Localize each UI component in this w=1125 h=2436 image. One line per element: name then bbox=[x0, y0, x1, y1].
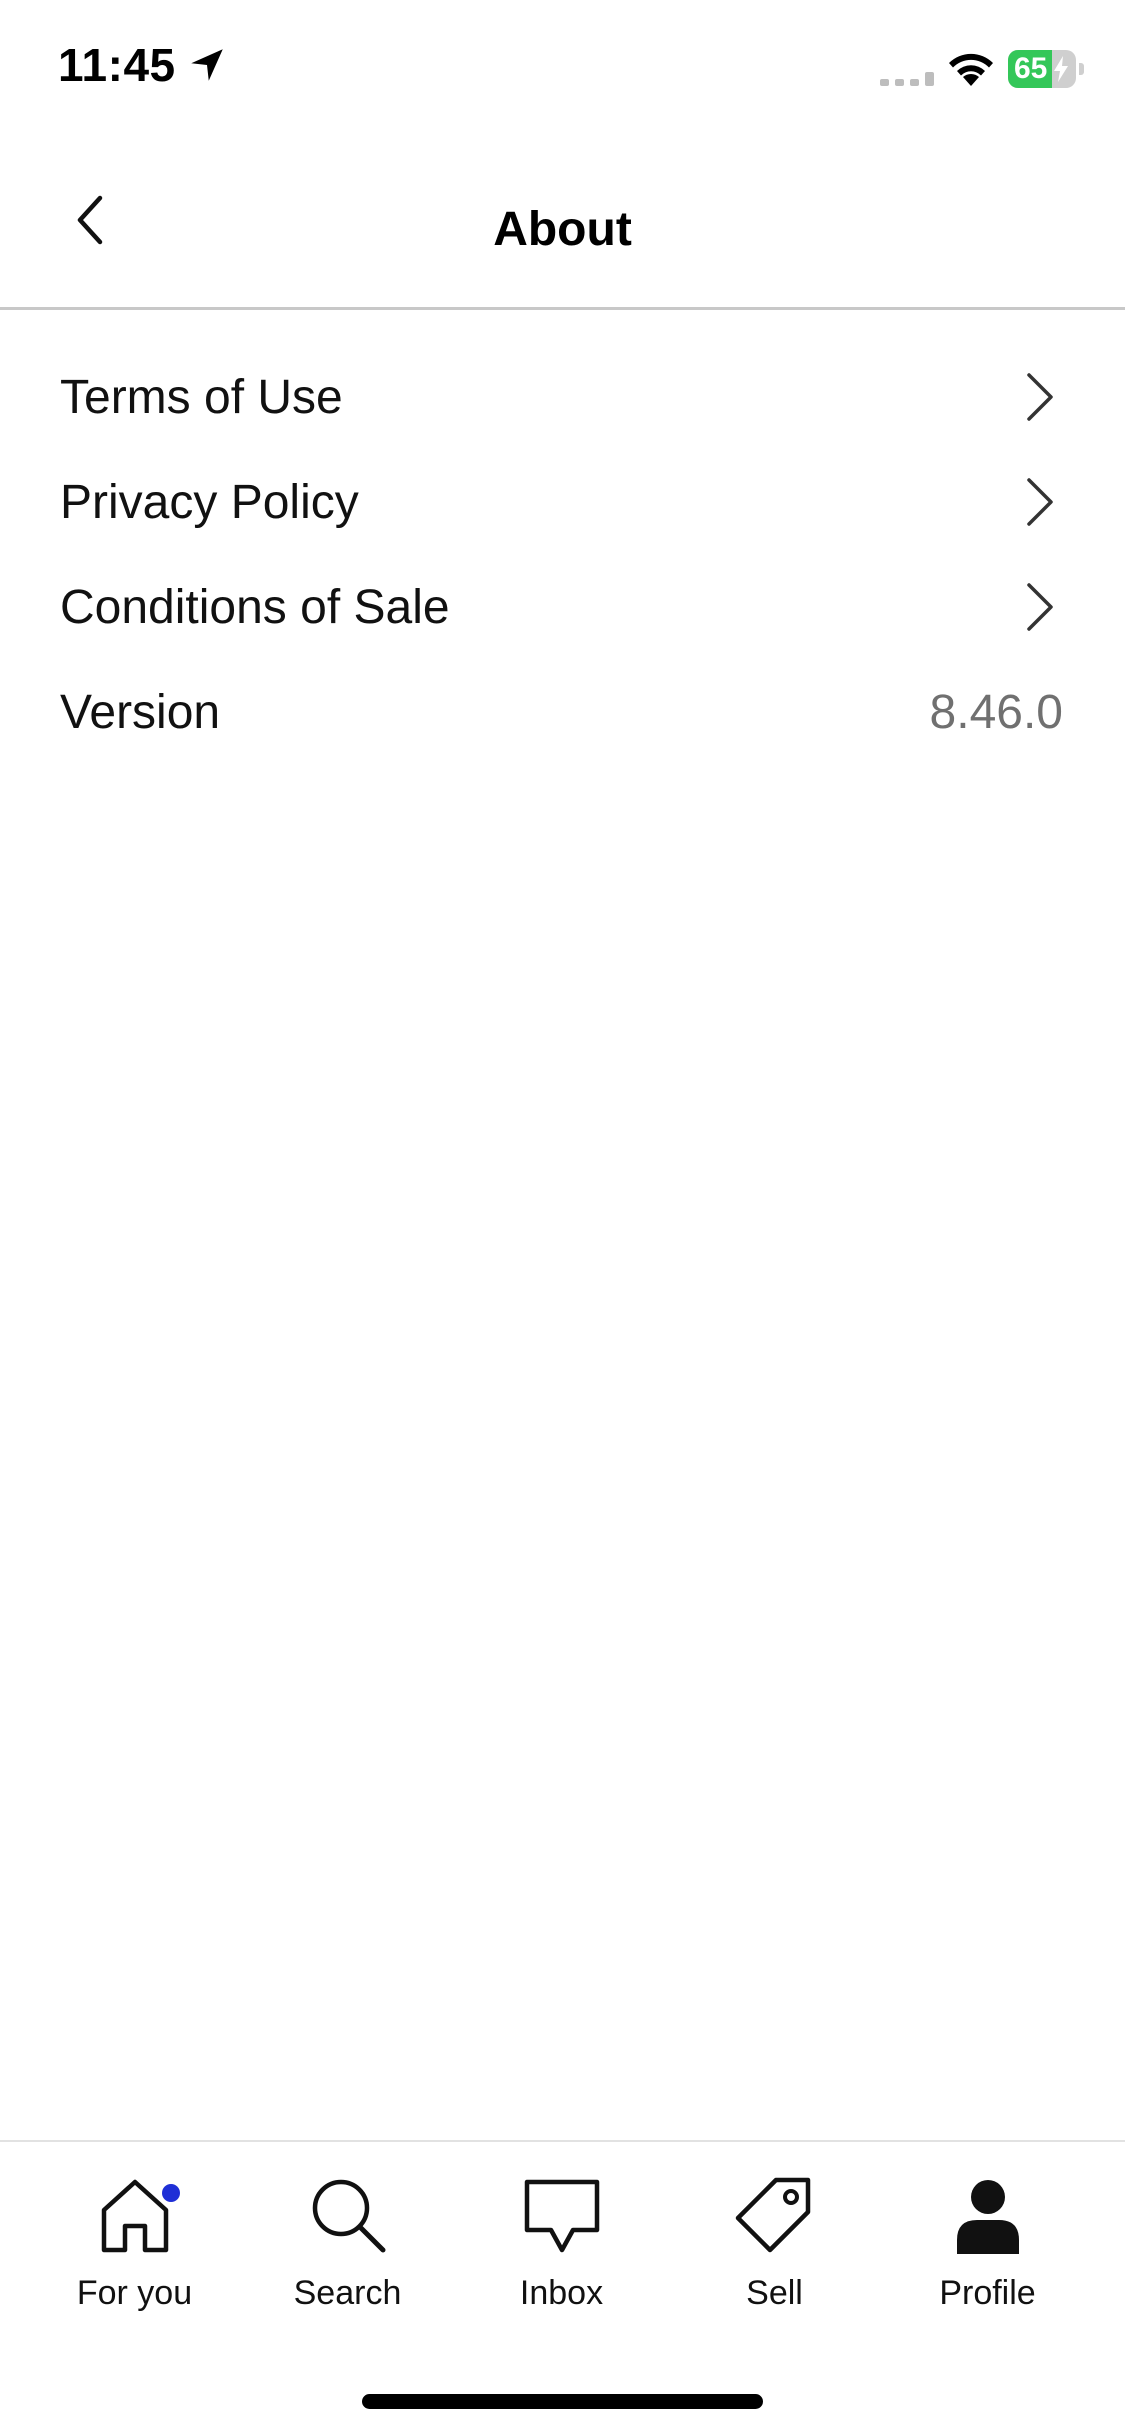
tab-label: Profile bbox=[939, 2274, 1036, 2312]
status-bar: 11:45 65 bbox=[0, 0, 1125, 140]
battery-indicator: 65 bbox=[1008, 50, 1084, 88]
row-label: Privacy Policy bbox=[60, 476, 359, 529]
search-icon bbox=[312, 2179, 385, 2253]
person-icon bbox=[956, 2180, 1019, 2254]
version-value: 8.46.0 bbox=[929, 686, 1063, 739]
tag-icon bbox=[735, 2177, 810, 2253]
home-icon bbox=[101, 2179, 168, 2253]
cellular-signal-icon bbox=[880, 72, 934, 86]
chevron-right-icon bbox=[1027, 373, 1053, 421]
row-label: Version bbox=[60, 686, 221, 739]
version-row: Version 8.46.0 bbox=[0, 660, 1125, 765]
tab-profile[interactable]: Profile bbox=[875, 2170, 1100, 2340]
tab-label: Search bbox=[293, 2274, 402, 2312]
tab-label: Sell bbox=[746, 2274, 803, 2312]
tab-inbox[interactable]: Inbox bbox=[449, 2170, 674, 2340]
chevron-right-icon bbox=[1027, 583, 1053, 631]
notification-dot bbox=[162, 2184, 180, 2202]
chevron-right-icon bbox=[1027, 478, 1053, 526]
status-time-text: 11:45 bbox=[58, 39, 176, 91]
battery-body: 65 bbox=[1008, 50, 1076, 88]
tab-label: Inbox bbox=[519, 2274, 604, 2312]
terms-of-use-row[interactable]: Terms of Use bbox=[0, 345, 1125, 450]
home-indicator[interactable] bbox=[362, 2394, 763, 2409]
row-label: Terms of Use bbox=[60, 371, 343, 424]
status-time: 11:45 bbox=[58, 38, 228, 92]
tab-for-you[interactable]: For you bbox=[22, 2170, 247, 2340]
location-arrow-icon bbox=[190, 49, 223, 81]
page-title: About bbox=[493, 203, 632, 256]
nav-bar: About bbox=[0, 140, 1125, 310]
privacy-policy-row[interactable]: Privacy Policy bbox=[0, 450, 1125, 555]
charging-bolt-icon bbox=[1054, 56, 1068, 82]
tab-search[interactable]: Search bbox=[235, 2170, 460, 2340]
tab-label: For you bbox=[76, 2274, 193, 2312]
about-list: Terms of Use Privacy Policy Conditions o… bbox=[0, 345, 1125, 765]
tab-bar: For you Search Inbox Sell Profile bbox=[0, 2140, 1125, 2436]
battery-cap bbox=[1079, 63, 1084, 75]
conditions-of-sale-row[interactable]: Conditions of Sale bbox=[0, 555, 1125, 660]
message-icon bbox=[524, 2179, 599, 2253]
wifi-icon bbox=[949, 53, 993, 86]
row-label: Conditions of Sale bbox=[60, 581, 450, 634]
tab-sell[interactable]: Sell bbox=[662, 2170, 887, 2340]
